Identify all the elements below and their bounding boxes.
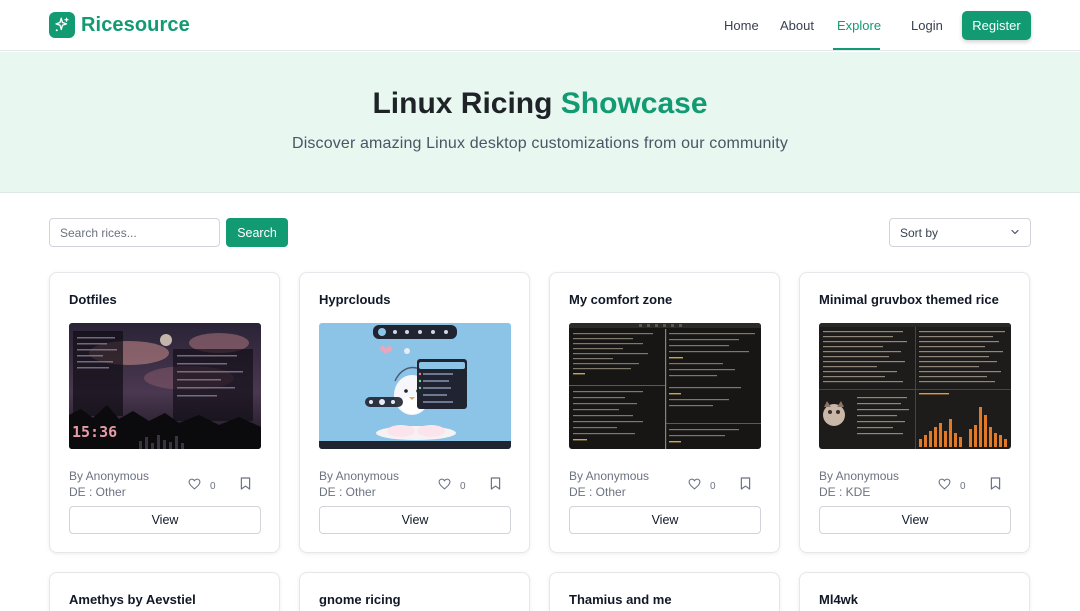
title-main-text: Linux Ricing — [372, 87, 561, 120]
hero-banner: Linux Ricing Showcase Discover amazing L… — [0, 52, 1080, 193]
card-desktop-environment: DE : Other — [569, 485, 626, 499]
top-navbar: Ricesource Home About Explore Login Regi… — [0, 0, 1080, 51]
rice-screenshot[interactable] — [319, 323, 511, 449]
card-title: Amethys by Aevstiel — [69, 592, 196, 607]
sort-select[interactable]: Sort by — [889, 218, 1031, 247]
brand-home-link[interactable]: Ricesource — [49, 12, 190, 38]
rice-card: Dotfiles 15:36 By Anonymous DE: Other 0… — [49, 272, 280, 553]
card-title: Minimal gruvbox themed rice — [819, 292, 999, 307]
card-title: gnome ricing — [319, 592, 401, 607]
nav-explore-link[interactable]: Explore — [837, 18, 881, 33]
rice-card: Minimal gruvbox themed rice By Anonymous… — [799, 272, 1030, 553]
like-button[interactable]: 0 — [688, 477, 716, 495]
card-title: Hyprclouds — [319, 292, 391, 307]
like-count: 0 — [710, 480, 716, 492]
like-button[interactable]: 0 — [938, 477, 966, 495]
like-button[interactable]: 0 — [438, 477, 466, 495]
rice-card: Thamius and me — [549, 572, 780, 611]
rice-screenshot[interactable] — [819, 323, 1011, 449]
active-tab-indicator — [833, 48, 880, 50]
bookmark-icon — [990, 477, 1001, 494]
bookmark-button[interactable] — [490, 477, 501, 495]
rice-card: gnome ricing — [299, 572, 530, 611]
card-title: Thamius and me — [569, 592, 672, 607]
card-desktop-environment: DE : Other — [69, 485, 126, 499]
like-count: 0 — [210, 480, 216, 492]
heart-icon — [938, 477, 951, 495]
heart-icon — [688, 477, 701, 495]
card-author: By Anonymous — [569, 469, 650, 483]
card-author: By Anonymous — [819, 469, 900, 483]
search-button[interactable]: Search — [226, 218, 288, 247]
bookmark-icon — [740, 477, 751, 494]
bookmark-button[interactable] — [990, 477, 1001, 495]
rice-card: My comfort zone By Anonymous DE : Other … — [549, 272, 780, 553]
like-count: 0 — [960, 480, 966, 492]
rice-screenshot[interactable]: 15:36 — [69, 323, 261, 449]
register-button[interactable]: Register — [962, 11, 1031, 40]
search-input[interactable] — [49, 218, 220, 247]
desktop-clock: 15:36 — [72, 423, 117, 441]
card-title: Dotfiles — [69, 292, 117, 307]
sparkle-icon — [49, 12, 75, 38]
like-button[interactable]: 0 — [188, 477, 216, 495]
view-button[interactable]: View — [319, 506, 511, 534]
card-desktop-environment: DE : Other — [319, 485, 376, 499]
like-count: 0 — [460, 480, 466, 492]
bookmark-icon — [240, 477, 251, 494]
nav-about-link[interactable]: About — [780, 18, 814, 33]
bookmark-button[interactable] — [740, 477, 751, 495]
heart-icon — [188, 477, 201, 495]
card-author: By Anonymous — [319, 469, 400, 483]
rice-card: Ml4wk — [799, 572, 1030, 611]
view-button[interactable]: View — [69, 506, 261, 534]
heart-icon — [438, 477, 451, 495]
card-title: Ml4wk — [819, 592, 859, 607]
page-title: Linux Ricing Showcase — [0, 87, 1080, 121]
card-desktop-environment: DE : KDE — [819, 485, 871, 499]
card-title: My comfort zone — [569, 292, 673, 307]
rice-card: Amethys by Aevstiel — [49, 572, 280, 611]
rice-screenshot[interactable] — [569, 323, 761, 449]
page-subtitle: Discover amazing Linux desktop customiza… — [291, 135, 788, 152]
view-button[interactable]: View — [819, 506, 1011, 534]
rice-card: Hyprclouds By Anonymous DE: Other 0 Vie… — [299, 272, 530, 553]
bookmark-icon — [490, 477, 501, 494]
nav-login-link[interactable]: Login — [911, 18, 943, 33]
brand-name: Ricesource — [81, 13, 190, 36]
nav-home-link[interactable]: Home — [724, 18, 759, 33]
sort-label: Sort by — [900, 225, 939, 240]
bookmark-button[interactable] — [240, 477, 251, 495]
view-button[interactable]: View — [569, 506, 761, 534]
title-accent-text: Showcase — [560, 87, 708, 120]
card-author: By Anonymous — [69, 469, 150, 483]
chevron-down-icon — [1010, 226, 1020, 240]
